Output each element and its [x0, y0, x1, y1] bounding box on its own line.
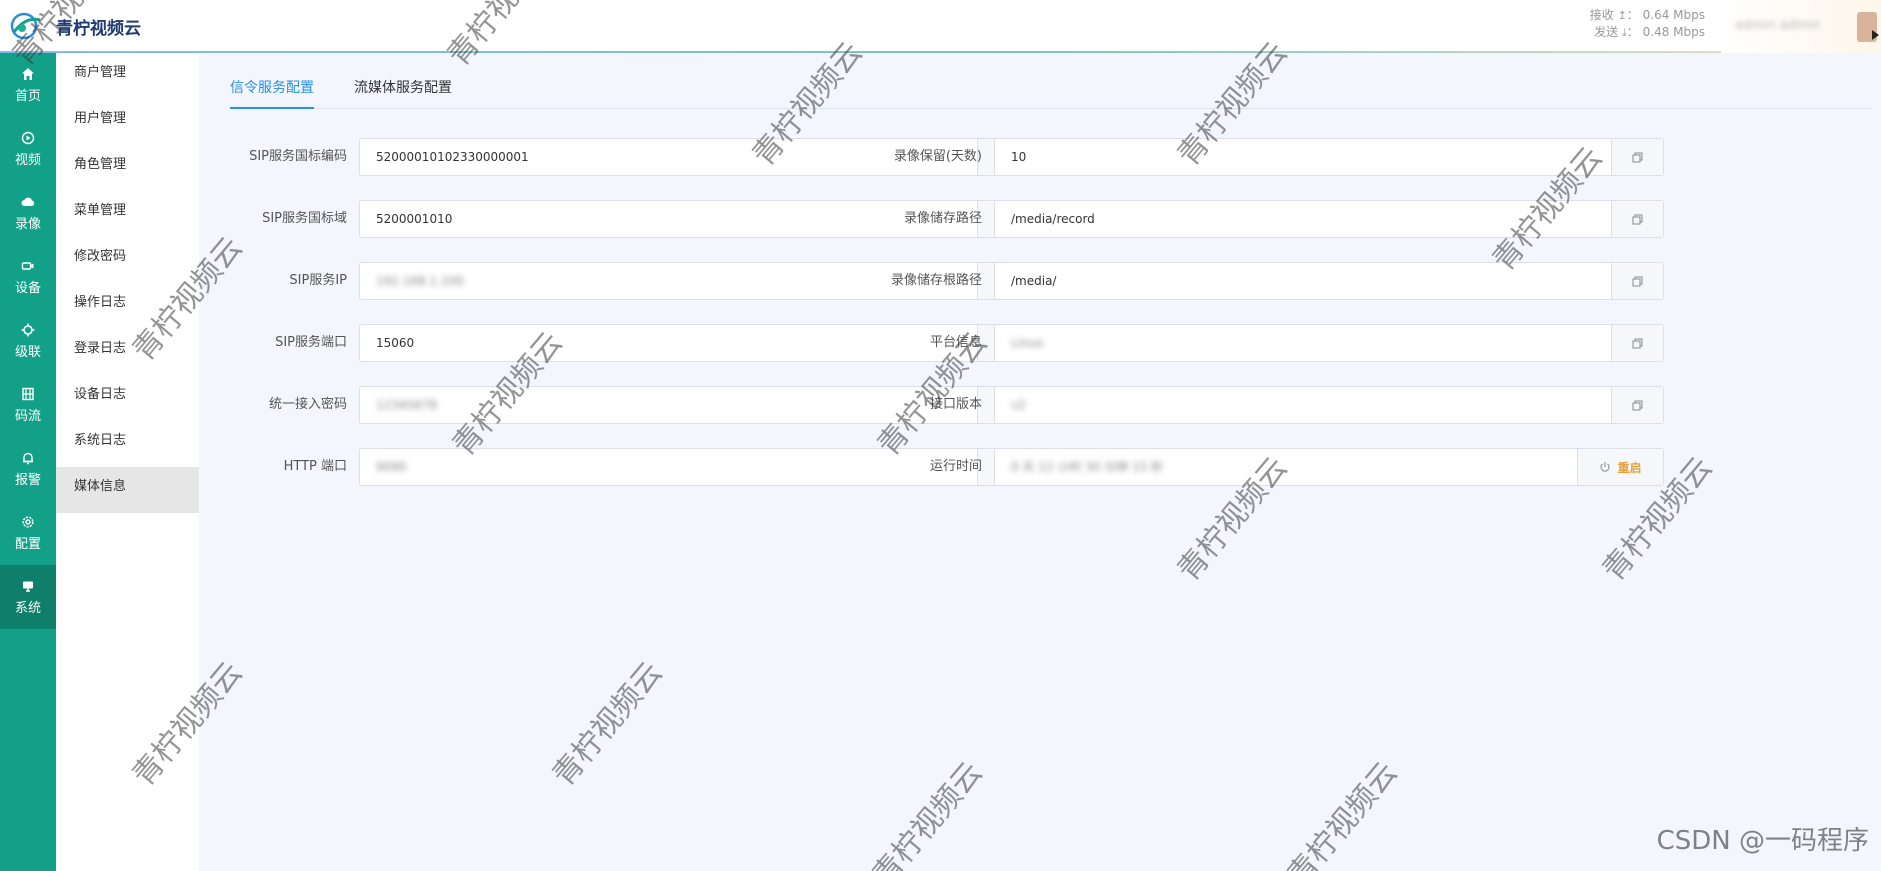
copy-button[interactable]: [1611, 263, 1663, 299]
tab-signaling-config[interactable]: 信令服务配置: [230, 77, 314, 109]
brand-name: 青柠视频云: [56, 19, 141, 39]
platform-info-field: [994, 324, 1664, 362]
nav-home[interactable]: 首页: [0, 53, 56, 117]
api-version-input[interactable]: [995, 387, 1611, 423]
bell-icon: [23, 452, 33, 464]
api-version-label: 接口版本: [929, 397, 982, 412]
access-password-label: 统一接入密码: [268, 397, 347, 412]
nav-video[interactable]: 视频: [0, 117, 56, 181]
record-root-path-label: 录像储存根路径: [890, 273, 982, 288]
uptime-input[interactable]: [995, 449, 1577, 485]
nav-alarm[interactable]: 报警: [0, 437, 56, 501]
http-port-label: HTTP 端口: [283, 459, 347, 474]
platform-info-input[interactable]: [995, 325, 1611, 361]
record-path-field: [994, 200, 1664, 238]
sip-domain-label: SIP服务国标域: [262, 211, 347, 226]
chip-icon: [21, 323, 35, 336]
download-arrow-icon: ⤓: [1621, 26, 1627, 39]
sip-ip-label: SIP服务IP: [289, 273, 347, 288]
uptime-label: 运行时间: [929, 459, 982, 474]
nav-system[interactable]: 系统: [0, 565, 56, 629]
cloud-icon: [21, 197, 35, 206]
copy-icon: [1632, 152, 1643, 162]
record-retention-label: 录像保留(天数): [893, 149, 982, 164]
nav-device[interactable]: 设备: [0, 245, 56, 309]
main-content: 信令服务配置 流媒体服务配置 SIP服务国标编码 SIP服务国标域 SIP服务I…: [199, 53, 1881, 871]
network-stats: 接收 ↥： 0.64 Mbps 发送 ⤓： 0.48 Mbps: [1590, 7, 1705, 41]
user-menu[interactable]: admin admin: [1721, 0, 1881, 53]
nav-stream[interactable]: 码流: [0, 373, 56, 437]
copy-button[interactable]: [1611, 387, 1663, 423]
record-root-path-input[interactable]: [995, 263, 1611, 299]
config-tabs: 信令服务配置 流媒体服务配置: [230, 77, 1872, 109]
record-retention-input[interactable]: [995, 139, 1611, 175]
film-icon: [22, 387, 34, 400]
record-root-path-field: [994, 262, 1664, 300]
submenu-merchant[interactable]: 商户管理: [56, 53, 199, 99]
power-icon: [1600, 462, 1611, 472]
monitor-icon: [23, 581, 33, 592]
restart-button[interactable]: 重启: [1577, 449, 1663, 485]
home-icon: [22, 67, 34, 80]
camera-icon: [21, 261, 34, 270]
uptime-field: 重启: [994, 448, 1664, 486]
platform-info-label: 平台信息: [929, 335, 982, 350]
api-version-field: [994, 386, 1664, 424]
copy-icon: [1632, 338, 1643, 348]
recv-rate: 接收 ↥： 0.64 Mbps: [1589, 8, 1705, 22]
send-rate: 发送 ⤓： 0.48 Mbps: [1594, 25, 1705, 39]
copy-icon: [1632, 276, 1643, 286]
top-header: 青柠视频云 接收 ↥： 0.64 Mbps 发送 ⤓： 0.48 Mbps ad…: [0, 0, 1881, 53]
user-name: admin admin: [1735, 18, 1821, 33]
logo-icon: [10, 12, 41, 40]
gear-icon: [22, 515, 34, 528]
play-icon: [21, 131, 35, 144]
copy-icon: [1632, 400, 1643, 410]
copy-button[interactable]: [1611, 325, 1663, 361]
nav-config[interactable]: 配置: [0, 501, 56, 565]
record-path-label: 录像储存路径: [903, 211, 982, 226]
copy-icon: [1632, 214, 1643, 224]
nav-record[interactable]: 录像: [0, 181, 56, 245]
record-path-input[interactable]: [995, 201, 1611, 237]
copy-button[interactable]: [1611, 139, 1663, 175]
upload-arrow-icon: ↥: [1617, 9, 1627, 22]
copy-button[interactable]: [1611, 201, 1663, 237]
record-retention-field: [994, 138, 1664, 176]
caret-right-icon[interactable]: [1872, 30, 1879, 40]
nav-cascade[interactable]: 级联: [0, 309, 56, 373]
primary-nav: 首页 视频 录像 设备 级联 码流 报警 配置 系统: [0, 53, 56, 871]
tab-media-config[interactable]: 流媒体服务配置: [354, 77, 452, 109]
sip-port-label: SIP服务端口: [275, 335, 347, 350]
sip-id-label: SIP服务国标编码: [249, 149, 347, 164]
